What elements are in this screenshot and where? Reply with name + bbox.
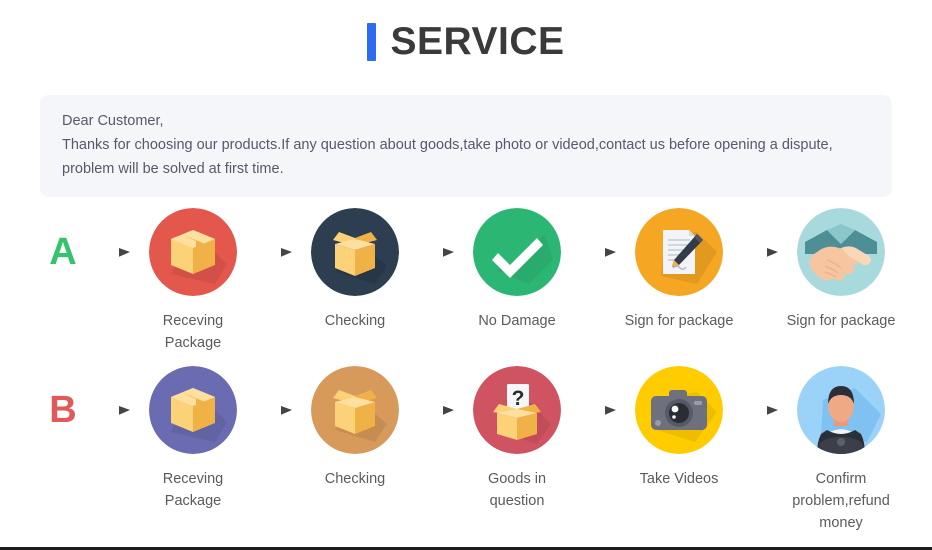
step-label: Sign for package	[624, 313, 734, 329]
arrow-icon	[86, 208, 138, 296]
title-accent-bar	[367, 22, 377, 61]
svg-text:?: ?	[512, 387, 525, 410]
branch-letter-a: A	[49, 231, 77, 273]
closed-box-icon	[149, 208, 237, 296]
document-pen-icon	[635, 208, 723, 296]
arrow-icon	[248, 366, 300, 454]
open-box-icon	[311, 366, 399, 454]
question-box-icon: ?	[473, 366, 561, 454]
person-avatar-icon	[797, 366, 885, 454]
flow-step[interactable]: Receving Package	[138, 208, 248, 354]
step-label: Checking	[324, 471, 386, 487]
step-label: No Damage	[478, 313, 556, 329]
closed-box-icon	[149, 366, 237, 454]
notice-line-3: problem will be solved at first time.	[62, 161, 284, 177]
arrow-icon	[572, 208, 624, 296]
step-label: Take Videos	[639, 471, 719, 487]
step-label: Goods in question	[487, 471, 547, 509]
notice-line-1: Dear Customer,	[62, 113, 164, 129]
flow-step[interactable]: ? Goods in question	[462, 366, 572, 512]
flow-step[interactable]: Sign for package	[786, 208, 896, 332]
flow-row-b: B Receving Package Checking ? Goods in q…	[40, 366, 896, 534]
flow-step[interactable]: Confirm problem,refund money	[786, 366, 896, 534]
arrow-icon	[410, 208, 462, 296]
flow-step[interactable]: Sign for package	[624, 208, 734, 332]
service-page: SERVICE Dear Customer, Thanks for choosi…	[0, 0, 932, 550]
arrow-icon	[248, 208, 300, 296]
flow-step[interactable]: Take Videos	[624, 366, 734, 490]
step-label: Receving Package	[162, 471, 224, 509]
flow-row-a: A Receving Package Checking No Damage Si…	[40, 208, 896, 354]
flow-step[interactable]: Checking	[300, 208, 410, 332]
page-title: SERVICE	[0, 0, 932, 61]
flow-step[interactable]: Receving Package	[138, 366, 248, 512]
arrow-icon	[410, 366, 462, 454]
step-label: Confirm problem,refund money	[792, 471, 890, 531]
step-label: Sign for package	[786, 313, 896, 329]
step-label: Receving Package	[162, 313, 224, 351]
page-title-text: SERVICE	[390, 20, 565, 63]
arrow-icon	[86, 366, 138, 454]
arrow-icon	[572, 366, 624, 454]
branch-letter-b: B	[49, 389, 77, 431]
open-box-icon	[311, 208, 399, 296]
arrow-icon	[734, 366, 786, 454]
handshake-icon	[797, 208, 885, 296]
camera-icon	[635, 366, 723, 454]
notice-line-2: Thanks for choosing our products.If any …	[62, 137, 833, 153]
flow-step[interactable]: No Damage	[462, 208, 572, 332]
flow-step[interactable]: Checking	[300, 366, 410, 490]
check-mark-icon	[473, 208, 561, 296]
arrow-icon	[734, 208, 786, 296]
step-label: Checking	[324, 313, 386, 329]
customer-notice-box: Dear Customer, Thanks for choosing our p…	[40, 95, 892, 197]
